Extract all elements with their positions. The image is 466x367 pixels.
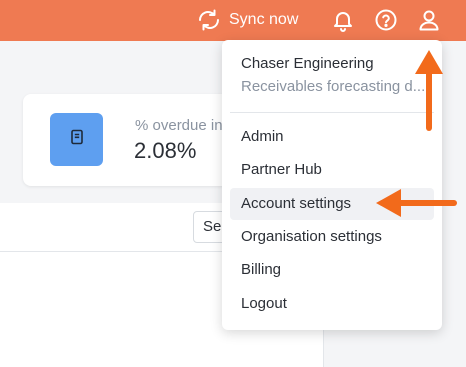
menu-item-admin[interactable]: Admin: [230, 121, 434, 153]
menu-item-partner-hub[interactable]: Partner Hub: [230, 154, 434, 186]
menu-item-logout[interactable]: Logout: [230, 288, 434, 320]
sync-now-button[interactable]: Sync now: [197, 8, 298, 32]
up-arrow-annotation: [415, 50, 443, 131]
sync-now-label: Sync now: [229, 11, 299, 28]
user-icon[interactable]: [417, 8, 441, 32]
user-menu-dropdown: Chaser Engineering Receivables forecasti…: [222, 40, 442, 330]
document-icon: [70, 129, 84, 150]
stat-icon-box: [50, 113, 103, 166]
help-icon[interactable]: [374, 8, 398, 32]
left-arrow-annotation: [376, 189, 457, 217]
sync-icon: [197, 8, 221, 32]
menu-divider: [230, 112, 434, 113]
menu-item-billing[interactable]: Billing: [230, 254, 434, 286]
stat-value: 2.08%: [134, 138, 197, 163]
org-subtitle: Receivables forecasting d...: [241, 78, 426, 95]
menu-item-organisation-settings[interactable]: Organisation settings: [230, 221, 434, 253]
org-name: Chaser Engineering: [241, 55, 374, 72]
stat-label: % overdue in: [135, 117, 223, 134]
top-bar: Sync now: [0, 0, 466, 41]
bell-icon[interactable]: [331, 8, 355, 32]
